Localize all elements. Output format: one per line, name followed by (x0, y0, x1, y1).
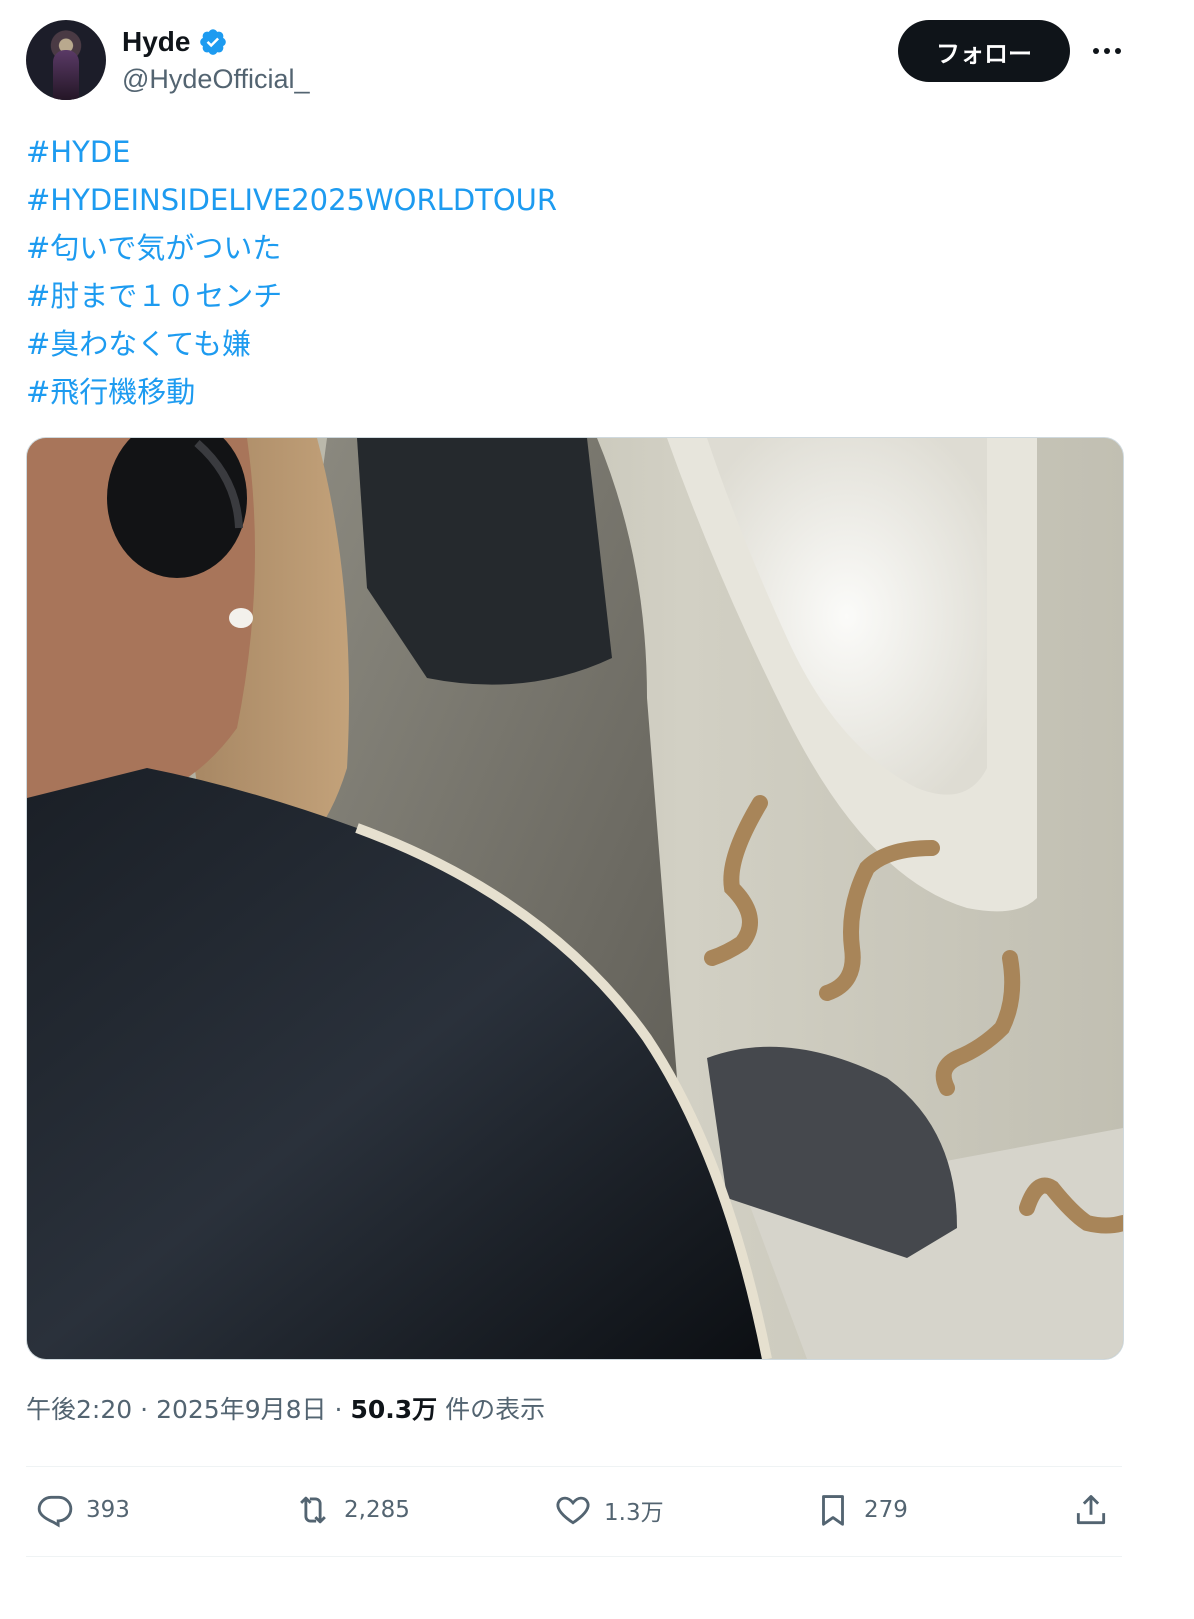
meta-separator: · (140, 1395, 149, 1424)
tweet-photo[interactable] (26, 437, 1124, 1360)
repost-arrows-icon (300, 1496, 326, 1524)
bookmark-button[interactable]: 279 (814, 1490, 908, 1530)
author-name-row: Hyde (122, 24, 228, 60)
reply-bubble-icon (37, 1495, 73, 1528)
hashtag-link[interactable]: #HYDEINSIDELIVE2025WORLDTOUR (26, 176, 1126, 224)
share-button[interactable] (1072, 1490, 1110, 1530)
user-handle[interactable]: @HydeOfficial_ (122, 64, 309, 95)
reply-button[interactable]: 393 (36, 1490, 130, 1530)
more-dots-icon[interactable] (1090, 34, 1124, 68)
airplane-selfie-image (27, 438, 1123, 1359)
tweet-header: Hyde @HydeOfficial_ フォロー (26, 20, 1166, 100)
follow-button[interactable]: フォロー (898, 20, 1070, 82)
reply-count: 393 (86, 1497, 130, 1523)
hashtag-link[interactable]: #飛行機移動 (26, 368, 1126, 416)
post-date[interactable]: 2025年9月8日 (156, 1390, 326, 1426)
tweet-meta: 午後2:20 · 2025年9月8日 · 50.3万 件の表示 (26, 1390, 545, 1426)
hashtag-link[interactable]: #匂いで気がついた (26, 224, 1126, 272)
avatar[interactable] (26, 20, 106, 100)
hashtag-link[interactable]: #肘まで１０センチ (26, 272, 1126, 320)
hashtag-link[interactable]: #臭わなくても嫌 (26, 320, 1126, 368)
like-count: 1.3万 (604, 1500, 664, 1526)
display-name[interactable]: Hyde (122, 26, 190, 58)
share-upload-icon (1076, 1495, 1106, 1525)
views-label: 件の表示 (445, 1395, 546, 1424)
like-button[interactable]: 1.3万 (554, 1490, 664, 1530)
repost-count: 2,285 (344, 1497, 410, 1523)
heart-icon (556, 1496, 590, 1525)
action-bar: 393 2,285 1.3万 279 (26, 1466, 1122, 1556)
meta-separator: · (334, 1395, 343, 1424)
post-time[interactable]: 午後2:20 (26, 1390, 132, 1426)
divider (26, 1556, 1122, 1557)
tweet-text: #HYDE #HYDEINSIDELIVE2025WORLDTOUR #匂いで気… (26, 128, 1126, 416)
bookmark-count: 279 (864, 1497, 908, 1523)
views-count: 50.3万 (350, 1395, 438, 1424)
verified-badge-icon (200, 29, 227, 55)
hashtag-link[interactable]: #HYDE (26, 128, 1126, 176)
repost-button[interactable]: 2,285 (294, 1490, 410, 1530)
bookmark-icon (822, 1495, 844, 1526)
